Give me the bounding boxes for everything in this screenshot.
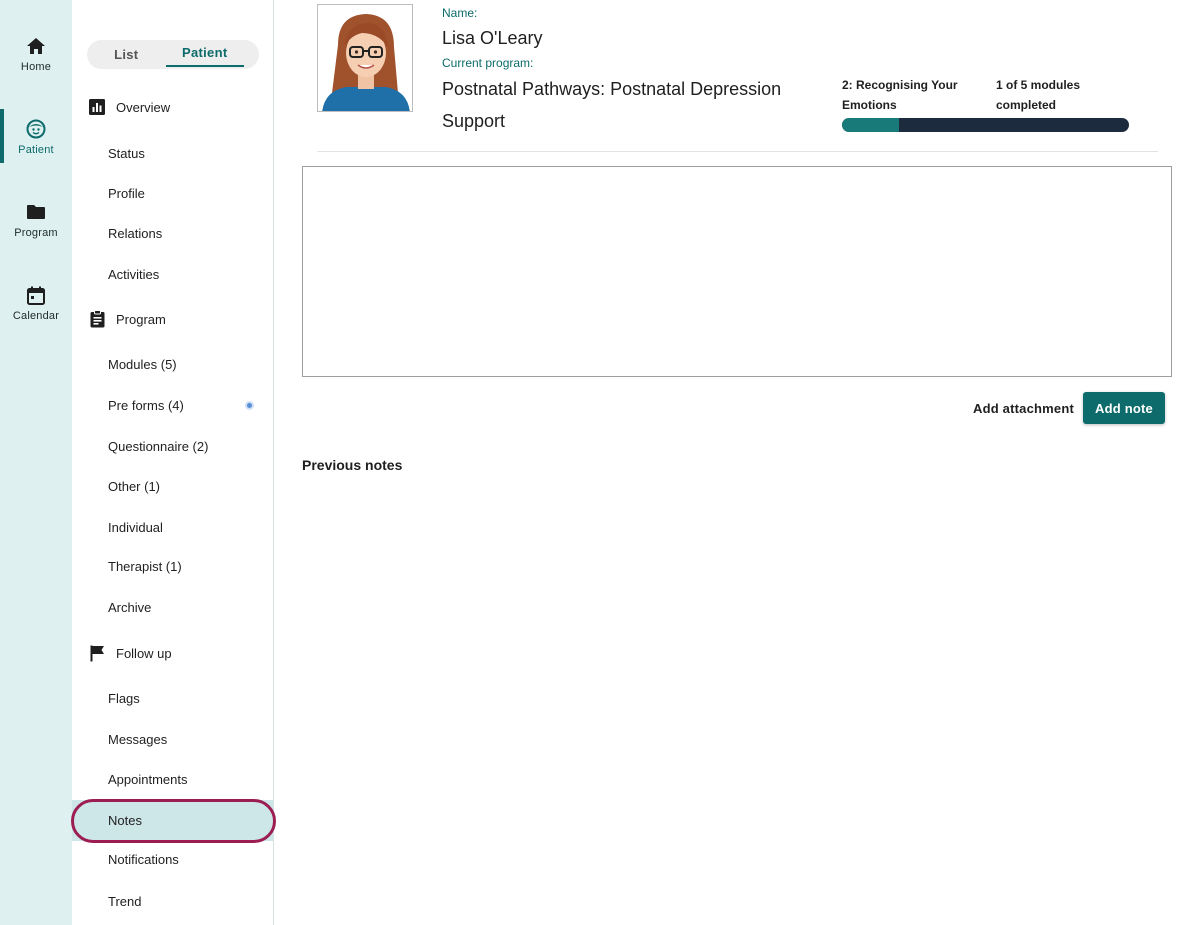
rail-label-patient: Patient [18, 144, 54, 156]
nav-item-appointments[interactable]: Appointments [108, 772, 188, 787]
nav-item-activities[interactable]: Activities [108, 267, 159, 282]
current-program-name: Postnatal Pathways: Postnatal Depression… [442, 79, 782, 131]
current-program-label: Current program: [442, 56, 534, 70]
clipboard-icon [88, 310, 106, 328]
note-editor[interactable] [302, 166, 1172, 377]
header-divider [317, 151, 1158, 152]
section-follow-up[interactable]: Follow up [88, 644, 172, 662]
folder-icon [25, 201, 47, 223]
rail-item-patient[interactable]: Patient [0, 116, 72, 172]
name-label: Name: [442, 6, 478, 20]
rail-item-program[interactable]: Program [0, 199, 72, 255]
nav-item-questionnaire[interactable]: Questionnaire (2) [108, 439, 208, 454]
list-patient-toggle: List Patient [87, 40, 259, 69]
nav-item-pre-forms[interactable]: Pre forms (4) [108, 398, 184, 413]
pre-forms-status-dot [245, 401, 254, 410]
current-module: 2: Recognising Your Emotions [842, 78, 958, 112]
section-overview[interactable]: Overview [88, 98, 170, 116]
module-progress-bar [842, 118, 1129, 132]
bar-chart-icon [88, 98, 106, 116]
home-icon [25, 35, 47, 57]
toggle-list[interactable]: List [87, 40, 166, 69]
calendar-icon [25, 284, 47, 306]
modules-completed: 1 of 5 modules completed [996, 78, 1081, 112]
flag-icon [88, 644, 106, 662]
add-attachment-button[interactable]: Add attachment [964, 392, 1083, 424]
patient-face-icon [25, 118, 47, 140]
nav-item-flags[interactable]: Flags [108, 691, 140, 706]
nav-item-profile[interactable]: Profile [108, 186, 145, 201]
rail-label-home: Home [20, 61, 52, 73]
nav-item-messages[interactable]: Messages [108, 732, 167, 747]
rail-item-home[interactable]: Home [0, 33, 72, 89]
add-note-button[interactable]: Add note [1083, 392, 1165, 424]
rail-item-calendar[interactable]: Calendar [0, 282, 72, 338]
module-progress-fill [842, 118, 900, 132]
section-follow-up-label: Follow up [116, 645, 172, 661]
nav-item-archive[interactable]: Archive [108, 600, 151, 615]
nav-item-trend[interactable]: Trend [108, 894, 141, 909]
rail-label-program: Program [14, 227, 58, 239]
rail-label-calendar: Calendar [12, 310, 60, 322]
nav-item-notes[interactable]: Notes [108, 813, 142, 828]
app-rail: Home Patient Program Calendar [0, 0, 72, 925]
previous-notes-heading: Previous notes [302, 457, 403, 473]
patient-nav: List Patient Overview Status Profile Rel… [71, 0, 276, 925]
nav-item-status[interactable]: Status [108, 146, 145, 161]
patient-avatar [317, 4, 413, 112]
nav-item-relations[interactable]: Relations [108, 226, 162, 241]
nav-item-notifications[interactable]: Notifications [108, 852, 179, 867]
nav-item-therapist[interactable]: Therapist (1) [108, 559, 182, 574]
nav-item-modules[interactable]: Modules (5) [108, 357, 177, 372]
section-program[interactable]: Program [88, 310, 166, 328]
nav-item-other[interactable]: Other (1) [108, 479, 160, 494]
section-overview-label: Overview [116, 99, 171, 115]
toggle-patient[interactable]: Patient [165, 40, 244, 67]
patient-name: Lisa O'Leary [442, 28, 543, 48]
section-program-label: Program [116, 311, 166, 327]
nav-item-individual[interactable]: Individual [108, 520, 163, 535]
nav-item-notes-selected-bg [72, 800, 273, 841]
